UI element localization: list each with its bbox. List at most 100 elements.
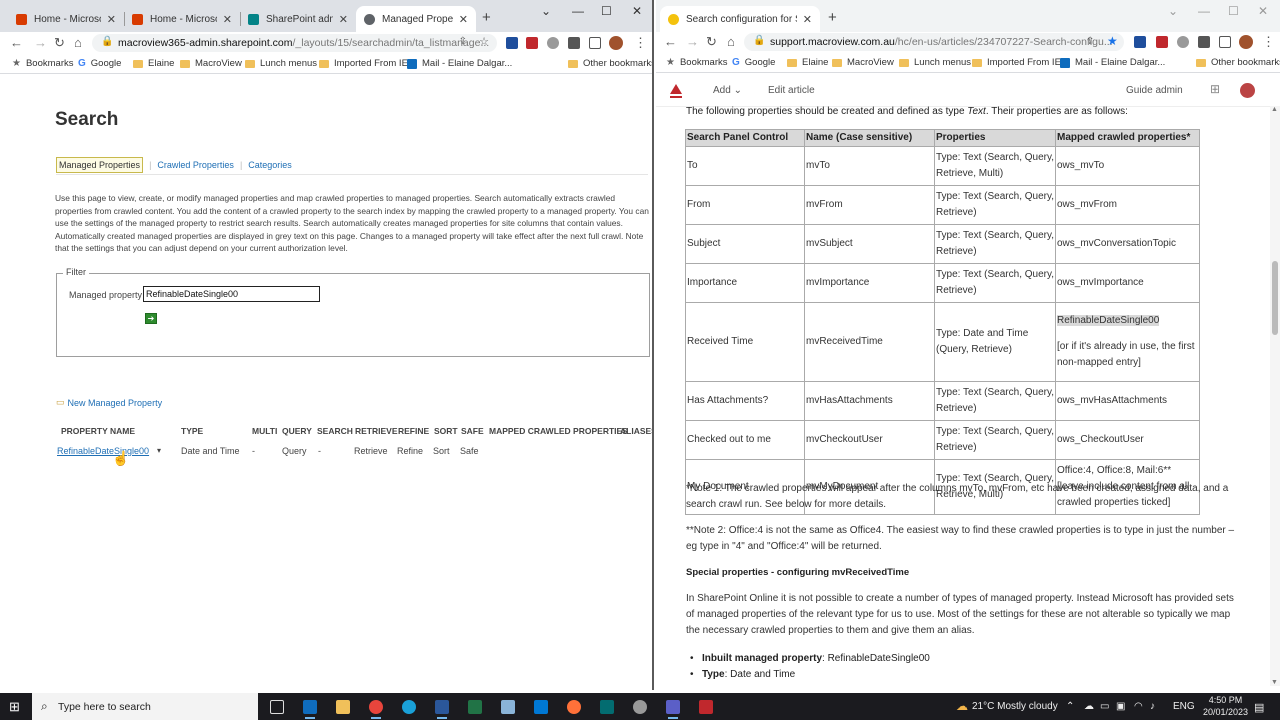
- macroview-icon[interactable]: [699, 700, 713, 714]
- window-close-button[interactable]: ✕: [1258, 4, 1268, 18]
- star-icon[interactable]: ☆: [479, 35, 489, 48]
- teams-icon[interactable]: [666, 700, 680, 719]
- property-name-link[interactable]: RefinableDateSingle00: [57, 446, 149, 456]
- wifi-icon[interactable]: ◠: [1134, 701, 1143, 712]
- tab-sharepoint-admin[interactable]: SharePoint admin center ✕: [240, 6, 356, 32]
- star-filled-icon[interactable]: ★: [1107, 34, 1119, 48]
- taskbar-search-box[interactable]: ⌕ Type here to search: [32, 693, 258, 720]
- close-icon[interactable]: ✕: [803, 13, 812, 26]
- bookmark-elaine[interactable]: Elaine: [787, 57, 828, 68]
- extension-icon[interactable]: [506, 37, 518, 49]
- close-icon[interactable]: ✕: [339, 13, 348, 26]
- col-multi[interactable]: MULTI: [252, 426, 277, 436]
- col-refine[interactable]: REFINE: [398, 426, 429, 436]
- bookmark-lunch[interactable]: Lunch menus: [245, 58, 317, 69]
- weather-icon[interactable]: ☁: [956, 699, 968, 713]
- profile-avatar[interactable]: [1239, 35, 1253, 49]
- chevron-up-icon[interactable]: ⌃: [1066, 701, 1074, 712]
- menu-icon[interactable]: ⋮: [634, 35, 647, 51]
- app-icon[interactable]: [534, 700, 548, 714]
- close-icon[interactable]: ✕: [223, 13, 232, 26]
- forward-icon[interactable]: →: [34, 35, 47, 50]
- home-icon[interactable]: ⌂: [727, 34, 735, 49]
- edge-icon[interactable]: [402, 700, 416, 714]
- sidepanel-icon[interactable]: [1219, 36, 1231, 48]
- new-managed-property-link[interactable]: ▭ New Managed Property: [56, 397, 162, 408]
- chrome-icon[interactable]: [369, 700, 383, 719]
- menu-icon[interactable]: ⋮: [1262, 34, 1275, 50]
- bookmark-imported[interactable]: Imported From IE: [319, 58, 408, 69]
- bookmark-mail[interactable]: Mail - Elaine Dalgar...: [407, 58, 512, 69]
- scrollbar[interactable]: ▲ ▼: [1270, 106, 1280, 686]
- bookmark-mail[interactable]: Mail - Elaine Dalgar...: [1060, 57, 1165, 68]
- bookmark-google[interactable]: G Google: [732, 57, 775, 68]
- forward-icon[interactable]: →: [686, 34, 699, 49]
- edit-article-link[interactable]: Edit article: [768, 85, 815, 96]
- app-tray-icon[interactable]: ▣: [1116, 701, 1125, 712]
- minimize-button[interactable]: —: [572, 4, 584, 18]
- new-tab-button[interactable]: +: [482, 9, 491, 26]
- bookmark-google[interactable]: G Google: [78, 58, 121, 69]
- home-icon[interactable]: ⌂: [74, 35, 82, 50]
- col-mapped-crawled[interactable]: MAPPED CRAWLED PROPERTIES: [489, 426, 628, 436]
- bookmark-bookmarks[interactable]: ★ Bookmarks: [12, 58, 73, 69]
- task-view-icon[interactable]: [270, 700, 284, 714]
- app-icon[interactable]: [633, 700, 647, 714]
- chevron-down-icon[interactable]: ⌄: [541, 4, 551, 18]
- new-tab-button[interactable]: +: [828, 9, 837, 26]
- outlook-icon[interactable]: [303, 700, 317, 719]
- profile-avatar[interactable]: [609, 36, 623, 50]
- reload-icon[interactable]: ↻: [706, 34, 717, 50]
- tab-home-1[interactable]: Home - Microsoft 365 ✕: [8, 6, 124, 32]
- share-icon[interactable]: ⇪: [459, 36, 467, 47]
- col-aliases[interactable]: ALIASES: [620, 426, 652, 436]
- network-icon[interactable]: ▭: [1100, 701, 1109, 712]
- weather-text[interactable]: 21°C Mostly cloudy: [972, 701, 1058, 712]
- maximize-button[interactable]: ☐: [601, 4, 612, 18]
- guide-admin-link[interactable]: Guide admin: [1126, 85, 1183, 96]
- share-icon[interactable]: ⇪: [1086, 36, 1098, 48]
- bookmark-other[interactable]: Other bookmarks: [568, 58, 652, 69]
- notification-icon[interactable]: ▤: [1254, 701, 1264, 714]
- bookmark-macroview[interactable]: MacroView: [180, 58, 242, 69]
- col-query[interactable]: QUERY: [282, 426, 312, 436]
- sharepoint-icon[interactable]: [600, 700, 614, 714]
- excel-icon[interactable]: [468, 700, 482, 714]
- firefox-icon[interactable]: [567, 700, 581, 714]
- file-explorer-icon[interactable]: [336, 700, 350, 714]
- close-icon[interactable]: ✕: [459, 13, 468, 26]
- nav-categories[interactable]: Categories: [248, 160, 292, 170]
- maximize-button[interactable]: ☐: [1228, 4, 1239, 18]
- nav-managed-properties[interactable]: Managed Properties: [56, 157, 144, 173]
- volume-icon[interactable]: ♪: [1150, 701, 1155, 712]
- bookmark-lunch[interactable]: Lunch menus: [899, 57, 971, 68]
- apps-grid-icon[interactable]: ⊞: [1210, 82, 1220, 96]
- language-indicator[interactable]: ENG: [1173, 701, 1195, 712]
- extension-icon[interactable]: [526, 37, 538, 49]
- clock[interactable]: 4:50 PM 20/01/2023: [1203, 694, 1248, 718]
- macroview-logo[interactable]: [670, 84, 682, 94]
- managed-property-input[interactable]: [143, 286, 320, 302]
- tab-search-configuration[interactable]: Search configuration for SharePo... ✕: [660, 6, 820, 32]
- cloud-icon[interactable]: ☁: [1084, 701, 1094, 712]
- window-close-button[interactable]: ✕: [632, 4, 642, 18]
- back-icon[interactable]: ←: [10, 35, 23, 50]
- sidepanel-icon[interactable]: [589, 37, 601, 49]
- reload-icon[interactable]: ↻: [54, 35, 65, 51]
- row-dropdown-icon[interactable]: ▾: [157, 446, 161, 455]
- app-icon[interactable]: [501, 700, 515, 714]
- col-retrieve[interactable]: RETRIEVE: [355, 426, 398, 436]
- scrollbar-thumb[interactable]: [1272, 261, 1278, 335]
- word-icon[interactable]: [435, 700, 449, 719]
- col-property-name[interactable]: PROPERTY NAME: [61, 426, 135, 436]
- tab-managed-properties[interactable]: Managed Properties ✕: [356, 6, 476, 32]
- nav-crawled-properties[interactable]: Crawled Properties: [157, 160, 234, 170]
- minimize-button[interactable]: —: [1198, 4, 1210, 18]
- bookmark-elaine[interactable]: Elaine: [133, 58, 174, 69]
- address-bar[interactable]: 🔒 macroview365-admin.sharepoint.com/_lay…: [92, 34, 497, 52]
- bookmark-other[interactable]: Other bookmarks: [1196, 57, 1280, 68]
- col-search[interactable]: SEARCH: [317, 426, 353, 436]
- back-icon[interactable]: ←: [664, 34, 677, 49]
- extension-icon[interactable]: [1177, 36, 1189, 48]
- bookmark-imported[interactable]: Imported From IE: [972, 57, 1061, 68]
